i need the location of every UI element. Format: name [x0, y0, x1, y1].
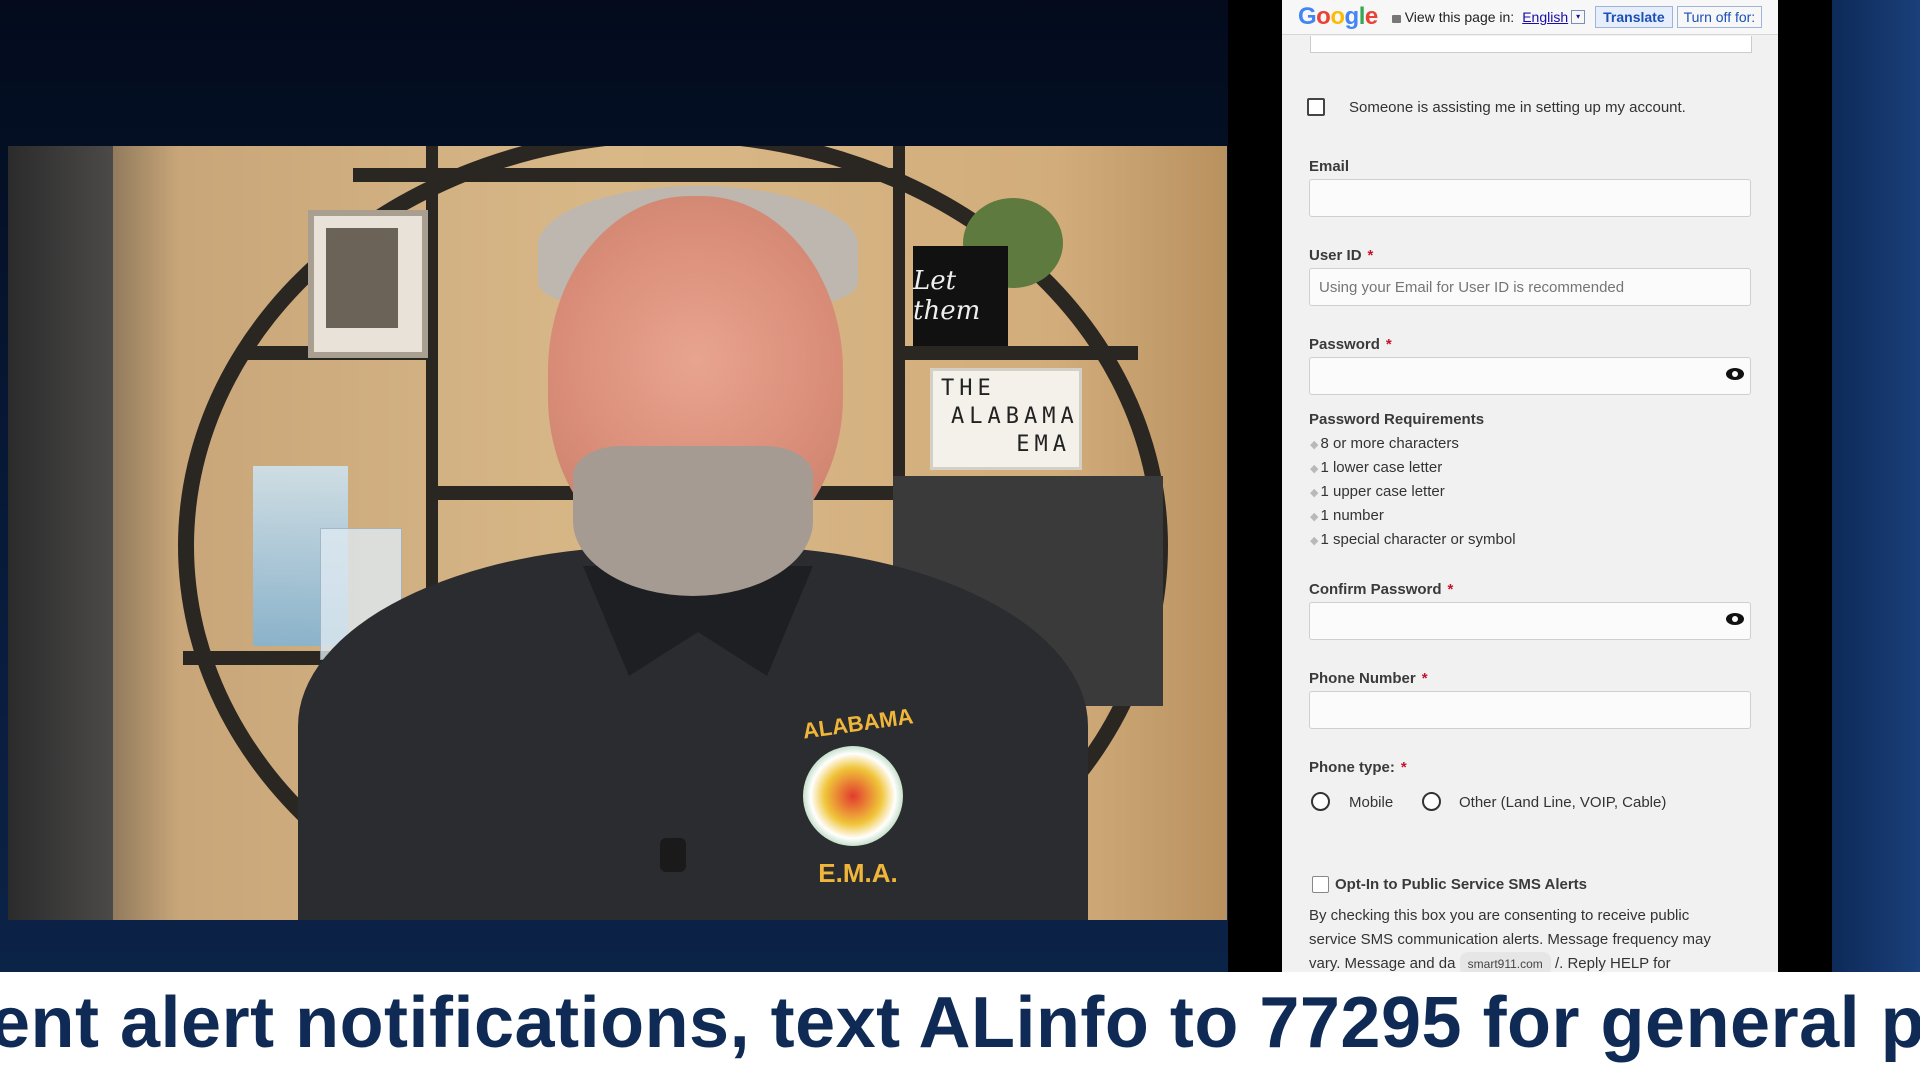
lapel-microphone: [660, 838, 686, 872]
phone-type-other-label: Other (Land Line, VOIP, Cable): [1459, 794, 1667, 811]
smart911-watermark: smart911.com: [1459, 952, 1551, 972]
google-logo: Google: [1298, 3, 1378, 30]
userid-field[interactable]: [1309, 268, 1751, 306]
bullet-icon: ◆: [1310, 487, 1319, 499]
phone-type-other-radio[interactable]: [1422, 792, 1441, 811]
alabama-ema-seal: [803, 746, 903, 846]
backdrop-right-edge: [1832, 0, 1920, 972]
language-link[interactable]: English: [1522, 9, 1568, 25]
phone-type-label: Phone type: *: [1309, 759, 1407, 776]
password-field[interactable]: [1309, 357, 1751, 395]
signup-form-panel: Google View this page in: English ▾ Tran…: [1282, 0, 1778, 972]
phone-type-mobile-radio[interactable]: [1311, 792, 1330, 811]
assist-checkbox[interactable]: [1307, 98, 1325, 116]
password-requirement: ◆ 1 number: [1310, 507, 1384, 524]
frame-gap-right: [1778, 0, 1832, 972]
view-page-label: View this page in:: [1404, 9, 1515, 25]
curtain: [8, 146, 113, 920]
news-ticker: ent alert notifications, text ALinfo to …: [0, 972, 1920, 1080]
show-confirm-password-eye-icon[interactable]: [1726, 613, 1744, 625]
speaker-video-feed: Let them THE ALABAMA EMA ALABAMA E.M.A.: [8, 146, 1227, 920]
language-dropdown-icon[interactable]: ▾: [1571, 10, 1586, 24]
phone-type-mobile-label: Mobile: [1349, 794, 1394, 811]
ticker-text: ent alert notifications, text ALinfo to …: [0, 983, 1920, 1063]
bullet-icon: ◆: [1310, 439, 1319, 451]
email-field[interactable]: [1309, 179, 1751, 217]
show-password-eye-icon[interactable]: [1726, 368, 1744, 380]
password-label: Password *: [1309, 336, 1392, 353]
assist-checkbox-label: Someone is assisting me in setting up my…: [1349, 99, 1686, 116]
sms-optin-label: Opt-In to Public Service SMS Alerts: [1335, 876, 1587, 893]
password-requirement: ◆ 1 special character or symbol: [1310, 531, 1516, 548]
lock-icon: [1391, 15, 1401, 23]
userid-label: User ID *: [1309, 247, 1374, 264]
sms-optin-checkbox[interactable]: [1312, 876, 1329, 893]
shirt-logo-text-bottom: E.M.A.: [818, 858, 898, 888]
email-label: Email: [1309, 158, 1350, 175]
previous-field[interactable]: [1310, 36, 1752, 53]
phone-number-label: Phone Number *: [1309, 670, 1428, 687]
phone-number-field[interactable]: [1309, 691, 1751, 729]
shelf: [353, 168, 893, 182]
frame-gap-left: [1228, 0, 1282, 972]
translate-button[interactable]: Translate: [1595, 6, 1673, 28]
photo-frame: [308, 210, 428, 358]
google-translate-bar: Google View this page in: English ▾ Tran…: [1282, 0, 1778, 35]
speaker-beard: [573, 446, 813, 596]
confirm-password-label: Confirm Password *: [1309, 581, 1454, 598]
password-requirement: ◆ 1 upper case letter: [1310, 483, 1445, 500]
bullet-icon: ◆: [1310, 511, 1319, 523]
bullet-icon: ◆: [1310, 463, 1319, 475]
let-them-sign: Let them: [913, 246, 1008, 346]
password-requirement: ◆ 1 lower case letter: [1310, 459, 1443, 476]
bullet-icon: ◆: [1310, 535, 1319, 547]
password-requirement: ◆ 8 or more characters: [1310, 435, 1459, 452]
shelf: [903, 346, 1138, 360]
password-requirements-title: Password Requirements: [1309, 411, 1485, 428]
confirm-password-field[interactable]: [1309, 602, 1751, 640]
alabama-ema-lightbox: THE ALABAMA EMA: [930, 368, 1082, 470]
turn-off-button[interactable]: Turn off for:: [1676, 6, 1763, 28]
sms-consent-text: By checking this box you are consenting …: [1309, 904, 1759, 972]
